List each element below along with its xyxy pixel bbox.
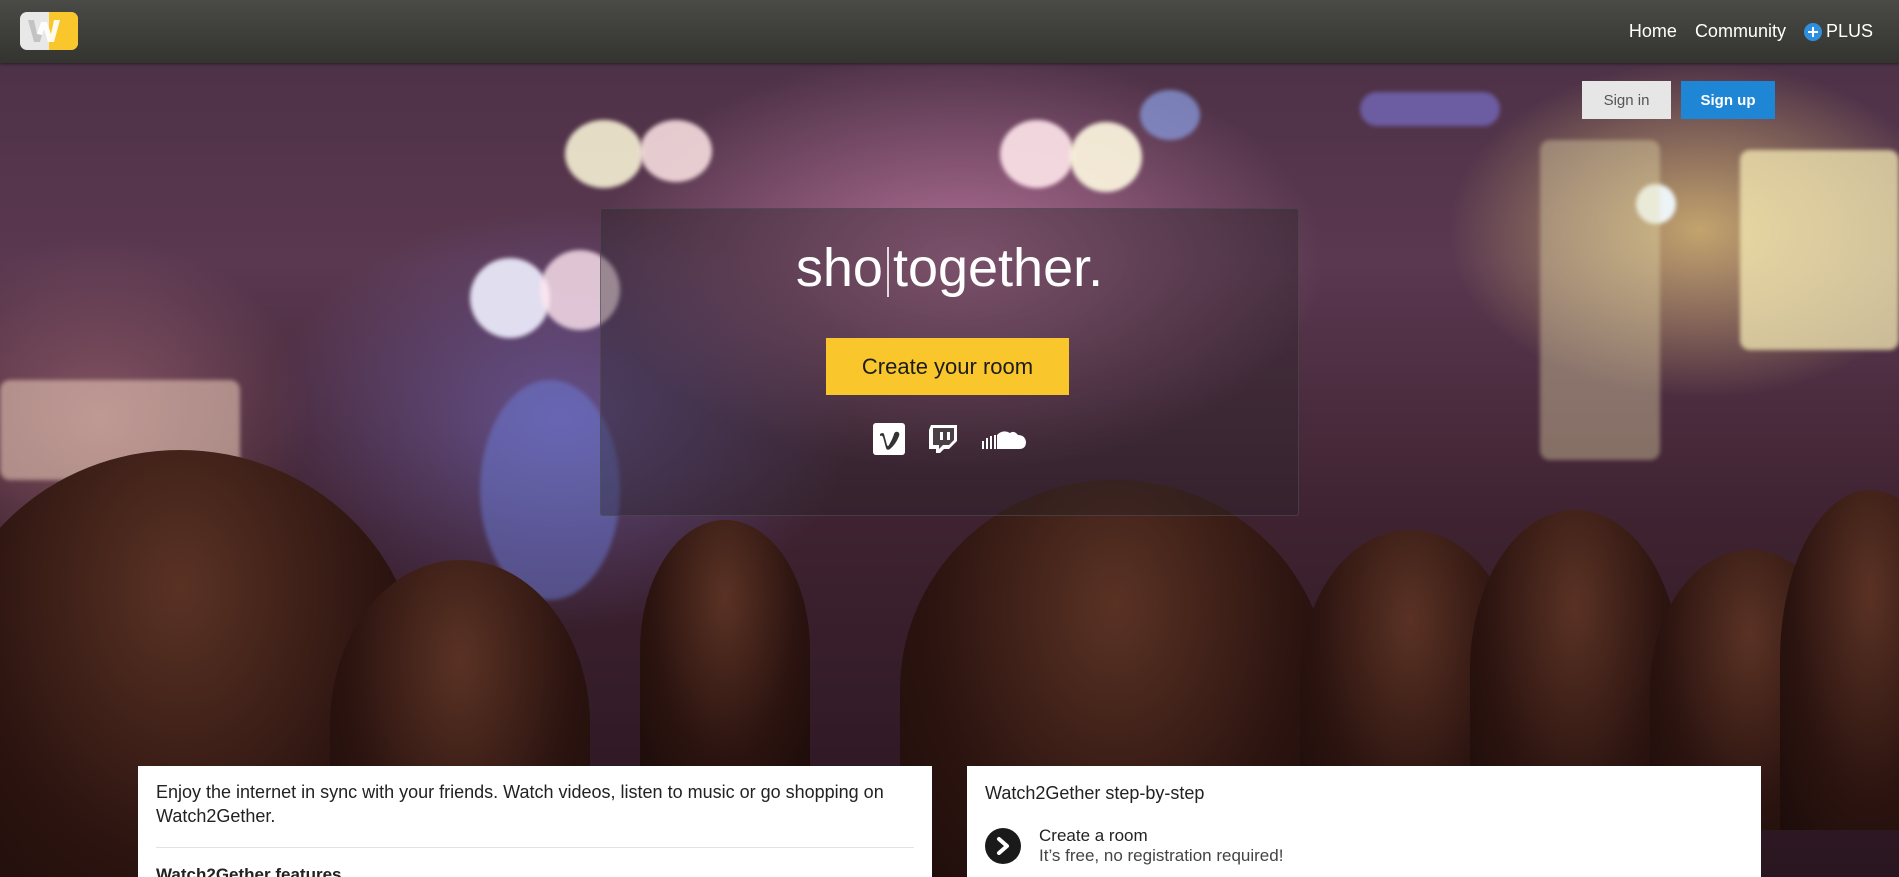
step-text: Create a room It’s free, no registration… — [1039, 826, 1283, 866]
vimeo-icon[interactable] — [872, 423, 905, 455]
crowd-head — [640, 520, 810, 780]
chevron-right-icon — [985, 828, 1021, 864]
top-navbar: Home Community PLUS — [0, 0, 1899, 63]
bokeh-light — [1360, 92, 1500, 126]
twitch-icon[interactable] — [927, 423, 959, 455]
nav-community-link[interactable]: Community — [1695, 21, 1786, 42]
soundcloud-icon[interactable] — [981, 427, 1027, 451]
typed-text: sho — [795, 238, 883, 298]
stage-light — [1540, 140, 1660, 460]
steps-heading: Watch2Gether step-by-step — [985, 783, 1205, 803]
nav-home-link[interactable]: Home — [1629, 21, 1677, 42]
bokeh-light — [565, 120, 643, 188]
intro-text: Enjoy the internet in sync with your fri… — [156, 782, 884, 826]
bokeh-light — [1070, 122, 1142, 192]
intro-panel: Enjoy the internet in sync with your fri… — [138, 766, 932, 877]
step-item: Create a room It’s free, no registration… — [985, 826, 1283, 866]
text-caret — [886, 246, 889, 297]
auth-buttons: Sign in Sign up — [1582, 81, 1775, 119]
step-description: It’s free, no registration required! — [1039, 846, 1284, 865]
crowd-head — [1780, 490, 1899, 830]
tagline-suffix: together. — [892, 238, 1104, 298]
hero-tagline: sho together. — [601, 237, 1298, 299]
bokeh-light — [470, 258, 550, 338]
plus-circle-icon — [1803, 22, 1822, 41]
performer-silhouette — [480, 380, 620, 600]
bokeh-light — [1140, 90, 1200, 140]
sign-up-button[interactable]: Sign up — [1681, 81, 1775, 119]
steps-panel: Watch2Gether step-by-step Create a room … — [967, 766, 1761, 877]
bokeh-light — [1000, 120, 1074, 188]
logo-icon — [20, 12, 78, 50]
features-heading: Watch2Gether features — [156, 865, 342, 877]
nav-plus-link[interactable]: PLUS — [1803, 21, 1873, 42]
stage-light — [1740, 150, 1899, 350]
divider — [156, 847, 914, 848]
provider-icons — [601, 423, 1298, 455]
main-nav: Home Community PLUS — [1629, 0, 1873, 63]
hero-panel: sho together. Create your room — [600, 208, 1299, 516]
nav-plus-label: PLUS — [1825, 21, 1873, 41]
create-room-button[interactable]: Create your room — [826, 338, 1069, 395]
sign-in-button[interactable]: Sign in — [1582, 81, 1671, 119]
watch2gether-logo[interactable] — [20, 12, 78, 50]
step-title: Create a room — [1039, 826, 1148, 845]
bokeh-light — [640, 120, 712, 182]
